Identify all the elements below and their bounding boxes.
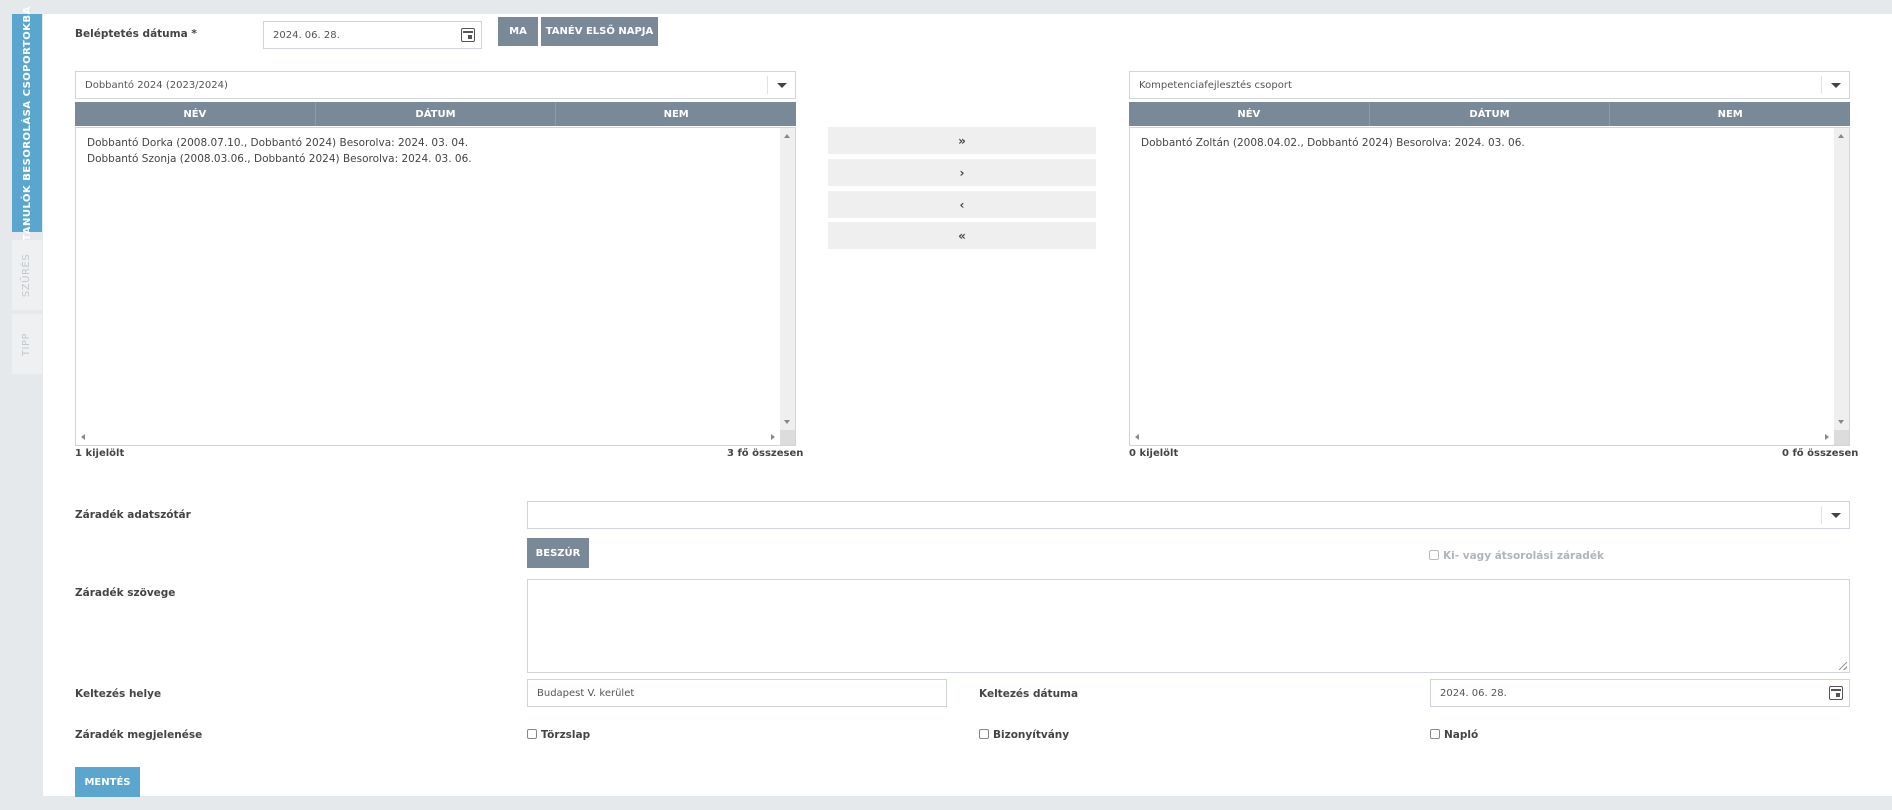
source-grid-body: Dobbantó Dorka (2008.07.10., Dobbantó 20… — [75, 127, 796, 446]
promotion-date-input[interactable]: 2024. 06. 28. — [263, 21, 482, 49]
tab-filter-label: SZŰRÉS — [21, 253, 33, 297]
source-grid-header: NÉV DÁTUM NEM — [75, 102, 796, 126]
clause-text-label: Záradék szövege — [75, 587, 176, 599]
insert-button[interactable]: BESZÚR — [527, 538, 589, 568]
dating-date-value: 2024. 06. 28. — [1440, 687, 1507, 699]
chevron-right-icon: › — [959, 165, 965, 180]
double-chevron-right-icon: » — [958, 133, 966, 148]
checkbox-box[interactable] — [527, 729, 537, 739]
scroll-down-icon[interactable] — [784, 420, 790, 424]
certificate-label: Bizonyítvány — [993, 729, 1070, 741]
target-total-count: 0 fő összesen — [1782, 448, 1859, 459]
calendar-icon[interactable] — [461, 28, 475, 42]
clause-appearance-label: Záradék megjelenése — [75, 729, 203, 741]
scroll-corner — [1834, 430, 1849, 445]
chevron-down-icon — [767, 76, 795, 94]
move-right-button[interactable]: › — [828, 159, 1096, 186]
column-header-name[interactable]: NÉV — [75, 102, 315, 126]
register-label: Törzslap — [541, 729, 591, 741]
tab-filter[interactable]: SZŰRÉS — [12, 240, 42, 310]
target-grid-header: NÉV DÁTUM NEM — [1129, 102, 1850, 126]
scroll-right-icon[interactable] — [771, 434, 775, 440]
clause-text-area[interactable] — [527, 579, 1850, 673]
tab-tip-label: TIPP — [21, 332, 33, 356]
chevron-down-icon — [1821, 76, 1849, 94]
source-group-value: Dobbantó 2024 (2023/2024) — [85, 79, 228, 91]
scroll-up-icon[interactable] — [1838, 134, 1844, 138]
tab-tip[interactable]: TIPP — [12, 314, 42, 374]
today-button[interactable]: MA — [498, 17, 538, 46]
horizontal-scrollbar[interactable] — [1130, 430, 1834, 445]
list-item[interactable]: Dobbantó Szonja (2008.03.06., Dobbantó 2… — [87, 151, 472, 167]
scroll-right-icon[interactable] — [1825, 434, 1829, 440]
register-checkbox[interactable]: Törzslap — [527, 729, 590, 741]
certificate-checkbox[interactable]: Bizonyítvány — [979, 729, 1069, 741]
horizontal-scrollbar[interactable] — [76, 430, 780, 445]
target-grid-body: Dobbantó Zoltán (2008.04.02., Dobbantó 2… — [1129, 127, 1850, 446]
move-all-right-button[interactable]: » — [828, 127, 1096, 154]
scroll-left-icon[interactable] — [81, 434, 85, 440]
column-header-gender[interactable]: NEM — [555, 102, 796, 126]
column-header-gender[interactable]: NEM — [1609, 102, 1850, 126]
save-button[interactable]: MENTÉS — [75, 767, 140, 797]
clause-dictionary-select[interactable] — [527, 501, 1850, 529]
dating-place-input[interactable]: Budapest V. kerület — [527, 679, 947, 707]
double-chevron-left-icon: « — [958, 228, 966, 243]
move-all-left-button[interactable]: « — [828, 222, 1096, 249]
scroll-up-icon[interactable] — [784, 134, 790, 138]
clause-dictionary-label: Záradék adatszótár — [75, 509, 191, 521]
column-header-date[interactable]: DÁTUM — [314, 102, 556, 126]
source-group-select[interactable]: Dobbantó 2024 (2023/2024) — [75, 71, 796, 99]
dating-date-input[interactable]: 2024. 06. 28. — [1430, 679, 1850, 707]
source-selected-count: 1 kijelölt — [75, 448, 125, 459]
list-item[interactable]: Dobbantó Zoltán (2008.04.02., Dobbantó 2… — [1141, 135, 1525, 151]
dating-place-value: Budapest V. kerület — [537, 687, 635, 699]
dating-place-label: Keltezés helye — [75, 688, 162, 700]
tab-student-grouping[interactable]: TANULÓK BESOROLÁSA CSOPORTOKBA — [12, 6, 42, 240]
tab-student-grouping-label: TANULÓK BESOROLÁSA CSOPORTOKBA — [21, 5, 33, 241]
diary-checkbox[interactable]: Napló — [1430, 729, 1478, 741]
scroll-corner — [780, 430, 795, 445]
resize-handle[interactable] — [1839, 662, 1847, 670]
dating-date-label: Keltezés dátuma — [979, 688, 1079, 700]
first-day-button[interactable]: TANÉV ELSŐ NAPJA — [541, 17, 658, 46]
source-total-count: 3 fő összesen — [727, 448, 804, 459]
diary-label: Napló — [1444, 729, 1479, 741]
target-group-select[interactable]: Kompetenciafejlesztés csoport — [1129, 71, 1850, 99]
column-header-name[interactable]: NÉV — [1129, 102, 1369, 126]
column-header-date[interactable]: DÁTUM — [1368, 102, 1610, 126]
promotion-date-label: Beléptetés dátuma * — [75, 28, 197, 40]
scroll-down-icon[interactable] — [1838, 420, 1844, 424]
vertical-scrollbar[interactable] — [780, 128, 795, 430]
scroll-left-icon[interactable] — [1135, 434, 1139, 440]
exclusion-clause-checkbox[interactable]: Ki- vagy átsorolási záradék — [1429, 550, 1604, 562]
target-group-value: Kompetenciafejlesztés csoport — [1139, 79, 1292, 91]
chevron-left-icon: ‹ — [959, 197, 965, 212]
calendar-icon[interactable] — [1829, 686, 1843, 700]
exclusion-clause-label: Ki- vagy átsorolási záradék — [1443, 550, 1604, 562]
checkbox-box[interactable] — [1430, 729, 1440, 739]
chevron-down-icon — [1821, 506, 1849, 524]
move-left-button[interactable]: ‹ — [828, 191, 1096, 218]
promotion-date-value: 2024. 06. 28. — [273, 29, 340, 41]
target-selected-count: 0 kijelölt — [1129, 448, 1179, 459]
vertical-scrollbar[interactable] — [1834, 128, 1849, 430]
checkbox-box[interactable] — [1429, 550, 1439, 560]
list-item[interactable]: Dobbantó Dorka (2008.07.10., Dobbantó 20… — [87, 135, 472, 151]
checkbox-box[interactable] — [979, 729, 989, 739]
